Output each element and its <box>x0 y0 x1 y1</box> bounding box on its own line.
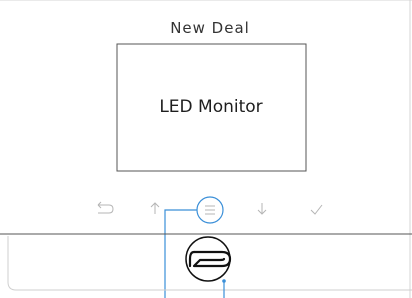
confirm-button[interactable] <box>310 204 323 215</box>
menu-button[interactable] <box>196 196 224 224</box>
brand-name: New Deal <box>170 19 250 37</box>
back-button[interactable] <box>97 201 114 214</box>
nd-logo <box>185 236 232 282</box>
menu-icon <box>205 205 215 215</box>
checkmark-icon <box>310 204 323 215</box>
up-button[interactable] <box>150 202 160 214</box>
up-arrow-icon <box>150 202 160 214</box>
back-arrow-icon <box>97 201 114 214</box>
device-diagram: New Deal LED Monitor <box>0 0 412 298</box>
down-arrow-icon <box>257 203 267 215</box>
down-button[interactable] <box>257 203 267 215</box>
monitor-label: LED Monitor <box>159 97 262 117</box>
logo-callout-dot <box>222 279 226 283</box>
